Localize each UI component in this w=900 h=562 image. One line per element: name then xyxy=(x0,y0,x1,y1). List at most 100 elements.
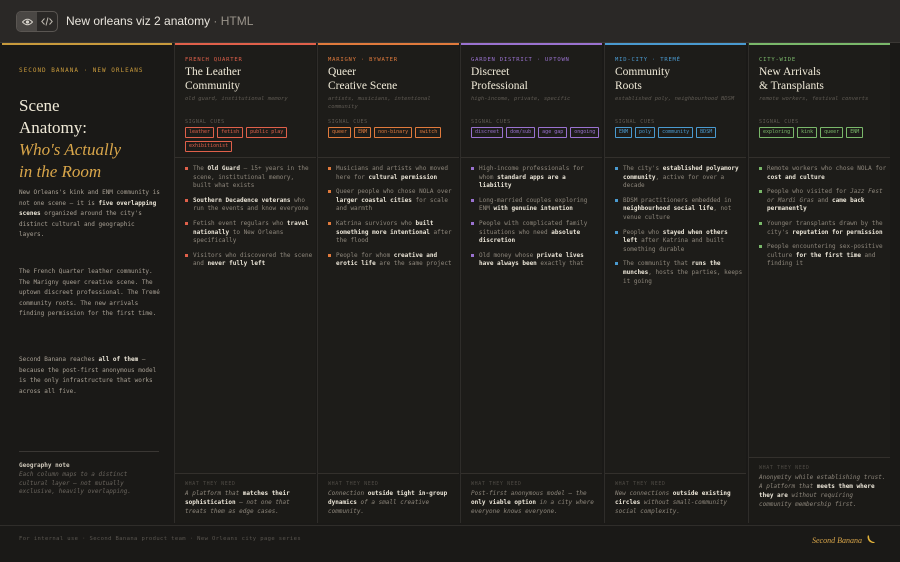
bullet-marker xyxy=(615,262,618,266)
bullet-marker xyxy=(471,221,474,225)
column-title: Discreet Professional xyxy=(471,65,601,93)
intro-title: Scene Anatomy: Who's Actually in the Roo… xyxy=(19,95,169,183)
signal-tags: queer ENM non-binary switch xyxy=(328,127,458,138)
column-accent-bar xyxy=(461,43,602,45)
title-line-2: Anatomy: xyxy=(19,118,87,137)
bullet-marker xyxy=(185,198,188,202)
bullet-marker xyxy=(328,190,331,194)
bullet-marker xyxy=(328,221,331,225)
bullet-marker xyxy=(328,253,331,257)
need-text: Connection outside tight in-group dynami… xyxy=(328,490,448,515)
need-text: New connections outside existing circles… xyxy=(615,490,731,515)
signal-tag: exhibitionist xyxy=(185,141,233,152)
profile-item: People for whom creative and erotic life… xyxy=(328,252,458,269)
column-title-line-1: Queer xyxy=(328,66,357,78)
signal-tag: ongoing xyxy=(570,127,600,138)
column-need-panel: WHAT THEY NEED Connection outside tight … xyxy=(318,473,459,523)
profile-item: Younger transplants drawn by the city's … xyxy=(759,220,889,237)
profile-item: People encountering sex-positive culture… xyxy=(759,243,889,269)
column-accent-bar xyxy=(605,43,746,45)
column-title-line-2: Roots xyxy=(615,80,642,92)
signal-cues-heading: SIGNAL CUES xyxy=(759,119,799,125)
intro-paragraph-1: New Orleans's kink and ENM community is … xyxy=(19,189,160,238)
need-text: Anonymity while establishing trust. A pl… xyxy=(759,474,886,508)
bullet-marker xyxy=(759,167,762,170)
preview-toggle[interactable] xyxy=(17,12,37,31)
bullet-marker xyxy=(328,167,331,170)
brand-name: Second Banana xyxy=(812,536,862,545)
column-title-line-2: Professional xyxy=(471,80,528,92)
column-description: high-income, private, specific xyxy=(471,96,571,102)
need-heading: WHAT THEY NEED xyxy=(615,481,666,487)
code-icon xyxy=(41,17,53,26)
bullet-marker xyxy=(615,167,618,170)
bullet-marker xyxy=(615,230,618,234)
column-title-line-1: Discreet xyxy=(471,66,510,78)
signal-tag: ENM xyxy=(846,127,864,138)
document-type: · HTML xyxy=(210,14,254,28)
intro-panel: SECOND BANANA · NEW ORLEANS Scene Anatom… xyxy=(2,43,172,523)
eye-icon xyxy=(21,18,33,25)
signal-tag: ENM xyxy=(354,127,372,138)
bullet-marker xyxy=(185,253,188,257)
column-need-panel: WHAT THEY NEED New connections outside e… xyxy=(605,473,746,523)
profile-item: The Old Guard — 15+ years in the scene, … xyxy=(185,165,315,191)
column-title-line-2: Creative Scene xyxy=(328,80,398,92)
bullet-marker xyxy=(759,245,762,249)
profile-item: Queer people who chose NOLA over larger … xyxy=(328,188,458,214)
column-title-line-1: New Arrivals xyxy=(759,66,821,78)
bullet-marker xyxy=(759,190,762,194)
code-toggle[interactable] xyxy=(37,12,57,31)
signal-tag: poly xyxy=(635,127,656,138)
need-text: A platform that matches their sophistica… xyxy=(185,490,290,515)
column-accent-bar xyxy=(318,43,459,45)
document-title: New orleans viz 2 anatomy xyxy=(66,14,211,28)
signal-cues-heading: SIGNAL CUES xyxy=(471,119,511,125)
profile-item: Old money whose private lives have alway… xyxy=(471,252,601,269)
footer-disclaimer: For internal use · Second Banana product… xyxy=(19,536,302,542)
view-toggle[interactable] xyxy=(16,11,58,32)
column-need-panel: WHAT THEY NEED Anonymity while establish… xyxy=(749,457,890,523)
signal-tag: queer xyxy=(328,127,352,138)
profile-item: People who stayed when others left after… xyxy=(615,229,745,255)
signal-tag: non-binary xyxy=(374,127,413,138)
profile-item: The community that runs the munches, hos… xyxy=(615,260,745,286)
signal-tag: BDSM xyxy=(696,127,717,138)
need-heading: WHAT THEY NEED xyxy=(759,465,810,471)
title-line-1: Scene xyxy=(19,96,60,115)
column-description: artists, musicians, intentional communit… xyxy=(328,96,431,110)
signal-cues-heading: SIGNAL CUES xyxy=(615,119,655,125)
column-description: remote workers, festival converts xyxy=(759,96,869,102)
title-emphasis-1: Who's Actually xyxy=(19,140,121,159)
column-divider xyxy=(749,157,890,158)
profile-item: People who visited for Jazz Fest or Mard… xyxy=(759,188,889,214)
signal-tag: exploring xyxy=(759,127,795,138)
column-district-label: FRENCH QUARTER xyxy=(185,57,243,63)
column-need-panel: WHAT THEY NEED Post-first anonymous mode… xyxy=(461,473,602,523)
column-description: established poly, neighbourhood BDSM xyxy=(615,96,735,102)
signal-tags: exploring kink queer ENM xyxy=(759,127,889,138)
intro-eyebrow: SECOND BANANA · NEW ORLEANS xyxy=(19,67,144,74)
column-divider xyxy=(605,157,746,158)
signal-tags: discreet dom/sub age gap ongoing xyxy=(471,127,601,138)
column-divider xyxy=(175,157,316,158)
column-divider xyxy=(318,157,459,158)
profile-item: BDSM practitioners embedded in neighbour… xyxy=(615,197,745,223)
column-title: Community Roots xyxy=(615,65,745,93)
column-title: The Leather Community xyxy=(185,65,315,93)
signal-tag: fetish xyxy=(217,127,244,138)
column-divider xyxy=(461,157,602,158)
profile-item: Fetish event regulars who travel nationa… xyxy=(185,220,315,246)
anatomy-page: SECOND BANANA · NEW ORLEANS Scene Anatom… xyxy=(0,43,900,562)
profile-list: The city's established polyamory communi… xyxy=(615,165,745,292)
column-need-panel: WHAT THEY NEED A platform that matches t… xyxy=(175,473,316,523)
profile-item: Southern Decadence veterans who run the … xyxy=(185,197,315,214)
column-district-label: MARIGNY · BYWATER xyxy=(328,57,398,63)
scene-column: FRENCH QUARTER The Leather Community old … xyxy=(174,43,316,523)
signal-tag: discreet xyxy=(471,127,504,138)
signal-tag: queer xyxy=(820,127,844,138)
column-district-label: CITY-WIDE xyxy=(759,57,797,63)
column-district-label: GARDEN DISTRICT · UPTOWN xyxy=(471,57,570,63)
profile-list: Remote workers who chose NOLA for cost a… xyxy=(759,165,889,275)
profile-item: People with complicated family situation… xyxy=(471,220,601,246)
